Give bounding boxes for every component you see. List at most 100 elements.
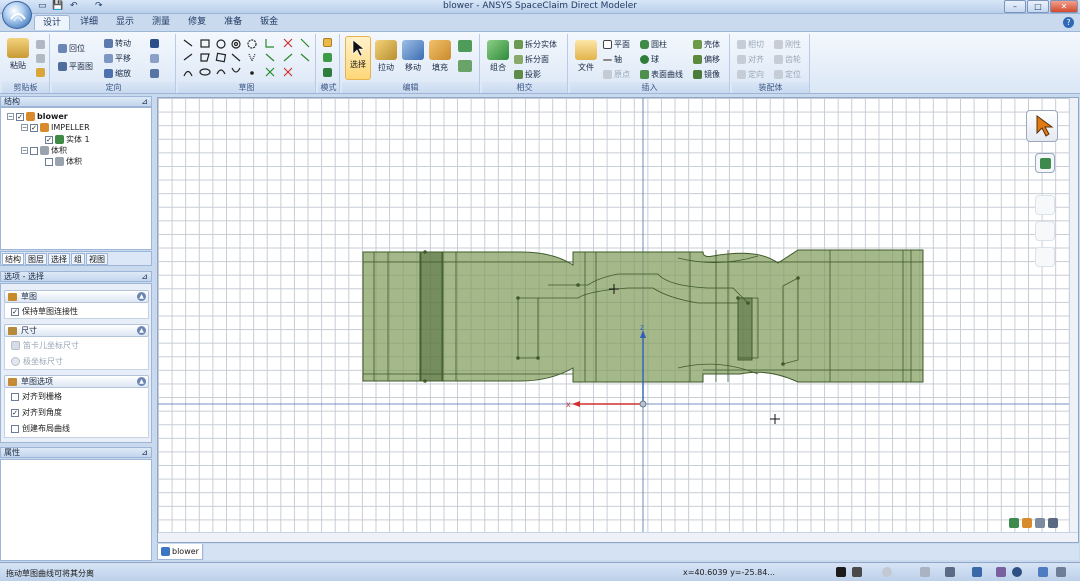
settings-icon[interactable]	[1056, 567, 1066, 577]
pin-icon[interactable]: ⊿	[141, 448, 148, 457]
tab-prepare[interactable]: 准备	[216, 15, 250, 30]
cylinder-button[interactable]: 圆柱	[640, 39, 667, 50]
home-button[interactable]: 回位	[58, 43, 85, 54]
rigid-button[interactable]: 刚性	[774, 39, 801, 50]
tree-item-volume[interactable]: − 体积	[21, 145, 67, 156]
close-button[interactable]: ✕	[1050, 0, 1078, 13]
sketch-tools-icons[interactable]	[181, 36, 315, 82]
keep-sketch-connectivity-option[interactable]: ✓ 保持草图连接性	[11, 306, 78, 317]
display-mode-icon[interactable]	[920, 567, 930, 577]
mirror-button[interactable]: 镜像	[693, 69, 720, 80]
file-button[interactable]: 文件	[572, 40, 600, 73]
tab-groups[interactable]: 组	[71, 253, 85, 265]
gear-button[interactable]: 齿轮	[774, 54, 801, 65]
tangent-button[interactable]: 相切	[737, 39, 764, 50]
view-cube-button[interactable]	[150, 39, 159, 48]
split-face-button[interactable]: 拆分面	[514, 54, 549, 65]
screenshot-icon[interactable]	[1048, 518, 1058, 528]
checkbox[interactable]	[11, 424, 19, 433]
render-icon[interactable]	[1035, 518, 1045, 528]
select-button[interactable]: 选择	[345, 36, 371, 80]
sphere-button[interactable]: 球	[640, 54, 659, 65]
polar-dimension-option[interactable]: 极坐标尺寸	[11, 356, 63, 367]
visibility-checkbox[interactable]	[30, 146, 38, 155]
checkbox[interactable]: ✓	[11, 408, 19, 417]
select-mode-icon[interactable]	[836, 567, 846, 577]
app-menu-orb[interactable]	[2, 1, 32, 29]
collapse-icon[interactable]: −	[21, 147, 28, 154]
checkbox[interactable]	[11, 392, 19, 401]
edit-extra-1[interactable]	[458, 40, 472, 52]
origin-button[interactable]: 原点	[603, 69, 630, 80]
tab-display[interactable]: 显示	[108, 15, 142, 30]
snap-to-angle-option[interactable]: ✓ 对齐到角度	[11, 407, 62, 418]
axis-button[interactable]: 轴	[603, 54, 622, 65]
document-tab-blower[interactable]: blower	[157, 544, 203, 560]
tab-design[interactable]: 设计	[34, 15, 71, 30]
grid-icon[interactable]	[996, 567, 1006, 577]
section-dimensions[interactable]: 尺寸 ▲	[4, 324, 149, 337]
model-view[interactable]: z x	[158, 98, 1079, 543]
tab-sheet-metal[interactable]: 钣金	[252, 15, 286, 30]
visibility-checkbox[interactable]: ✓	[30, 123, 38, 132]
layout-icon[interactable]	[945, 567, 955, 577]
shell-button[interactable]: 壳体	[693, 39, 720, 50]
format-button[interactable]	[36, 68, 45, 77]
tab-views[interactable]: 视图	[86, 253, 108, 265]
stop-icon[interactable]	[882, 567, 892, 577]
solid-view-icon[interactable]	[1009, 518, 1019, 528]
align-button[interactable]: 对齐	[737, 54, 764, 65]
create-layout-curves-option[interactable]: 创建布局曲线	[11, 423, 70, 434]
section-sketch[interactable]: 草图 ▲	[4, 290, 149, 303]
pan-button[interactable]: 平移	[104, 53, 131, 64]
anchor-button[interactable]: 定位	[774, 69, 801, 80]
tree-item-volume-body[interactable]: 体积	[45, 156, 82, 167]
select-tool-button[interactable]	[1026, 110, 1058, 142]
horizontal-scrollbar[interactable]	[158, 532, 1078, 542]
snap-view-button[interactable]	[150, 54, 159, 63]
move-button[interactable]: 移动	[399, 40, 427, 73]
measure-icon[interactable]	[1038, 567, 1048, 577]
collapse-chevron-icon[interactable]: ▲	[137, 326, 146, 335]
collapse-icon[interactable]: −	[21, 124, 28, 131]
help-button[interactable]: ?	[1063, 17, 1074, 28]
view-cube-tool[interactable]	[1035, 153, 1055, 173]
tab-detail[interactable]: 详细	[72, 15, 106, 30]
select-filter-icon[interactable]	[852, 567, 862, 577]
paste-button[interactable]: 粘贴	[4, 38, 32, 71]
combine-button[interactable]: 组合	[484, 40, 512, 73]
snap-to-grid-option[interactable]: 对齐到栅格	[11, 391, 62, 402]
pin-icon[interactable]: ⊿	[141, 97, 148, 106]
visibility-checkbox[interactable]	[45, 157, 53, 166]
sketch-mode-button[interactable]	[323, 38, 332, 47]
tab-repair[interactable]: 修复	[180, 15, 214, 30]
rotate-view-button[interactable]	[150, 69, 159, 78]
split-body-button[interactable]: 拆分实体	[514, 39, 557, 50]
pull-button[interactable]: 拉动	[372, 40, 400, 73]
tree-item-impeller[interactable]: − ✓ IMPELLER	[21, 123, 90, 132]
radio-button[interactable]	[11, 357, 20, 366]
maximize-button[interactable]: □	[1027, 0, 1049, 13]
collapse-chevron-icon[interactable]: ▲	[137, 377, 146, 386]
zoom-button[interactable]: 缩放	[104, 68, 131, 79]
plan-view-button[interactable]: 平面图	[58, 61, 93, 72]
section-mode-button[interactable]	[323, 53, 332, 62]
copy-button[interactable]	[36, 54, 45, 63]
visibility-checkbox[interactable]: ✓	[45, 135, 53, 144]
section-sketch-options[interactable]: 草图选项 ▲	[4, 375, 149, 388]
collapse-chevron-icon[interactable]: ▲	[137, 292, 146, 301]
plane-button[interactable]: 平面	[603, 39, 630, 50]
edit-extra-2[interactable]	[458, 60, 472, 72]
style-icon[interactable]	[1022, 518, 1032, 528]
tab-selection[interactable]: 选择	[48, 253, 70, 265]
offset-button[interactable]: 偏移	[693, 54, 720, 65]
tree-item-solid-1[interactable]: ✓ 实体 1	[45, 134, 90, 145]
tool-disabled-2[interactable]	[1035, 221, 1055, 241]
orient-button[interactable]: 定向	[737, 69, 764, 80]
project-button[interactable]: 投影	[514, 69, 541, 80]
cut-button[interactable]	[36, 40, 45, 49]
spin-button[interactable]: 转动	[104, 38, 131, 49]
tab-layers[interactable]: 图层	[25, 253, 47, 265]
tab-measure[interactable]: 测量	[144, 15, 178, 30]
3d-mode-button[interactable]	[323, 68, 332, 77]
